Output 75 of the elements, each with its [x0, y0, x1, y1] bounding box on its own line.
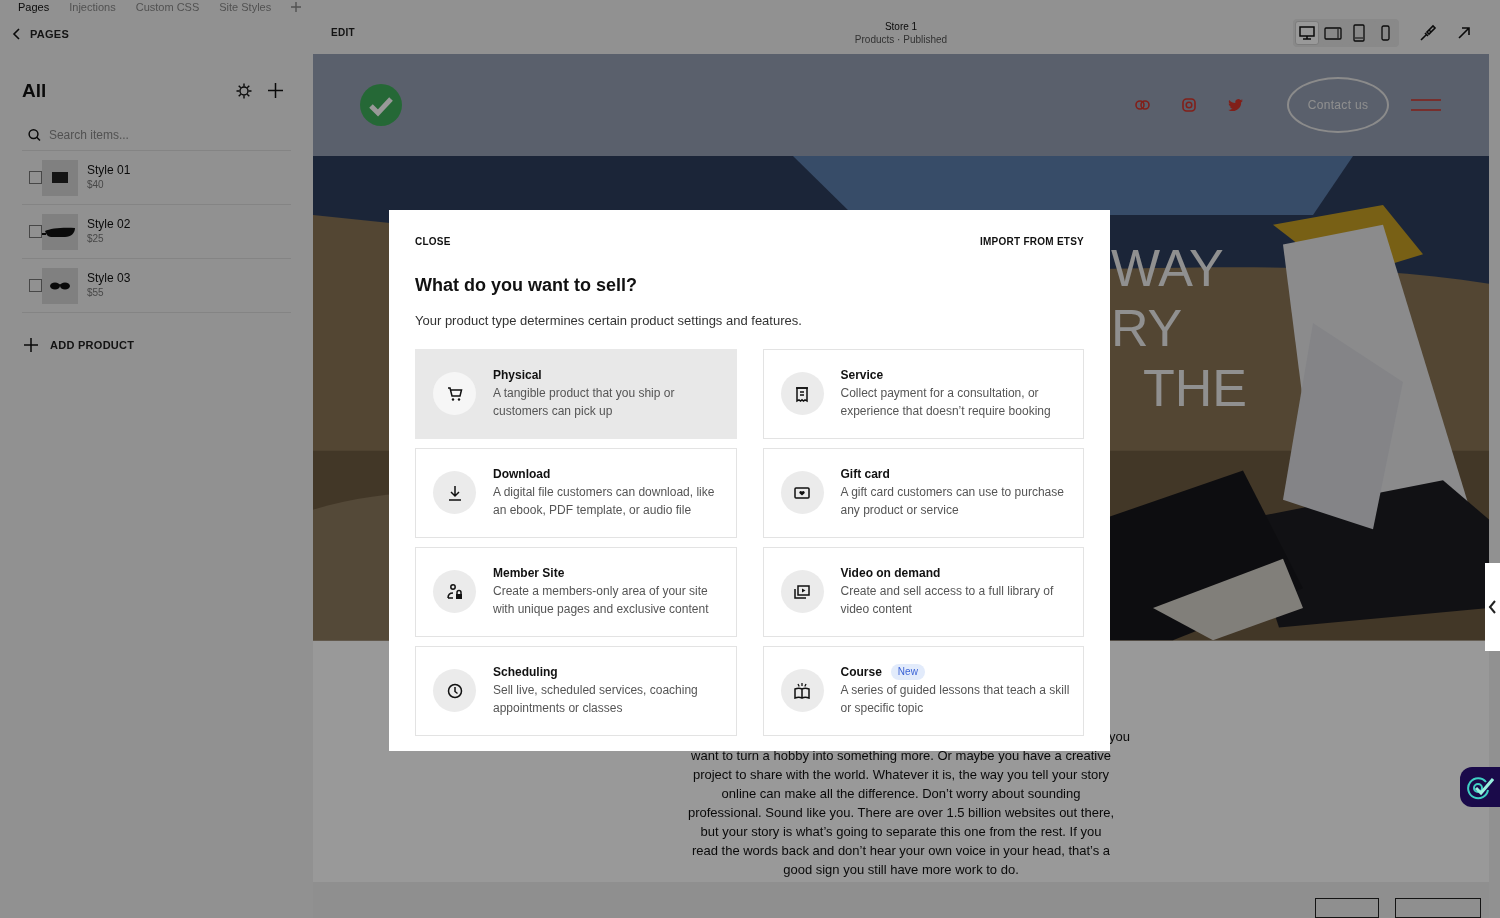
option-title: Video on demand	[840, 565, 941, 581]
body-text-fragment: you	[1109, 727, 1131, 746]
product-price: $25	[87, 232, 105, 246]
search-field[interactable]: Search items...	[48, 125, 291, 144]
product-name[interactable]: Style 03	[87, 271, 131, 286]
search-icon	[28, 127, 41, 142]
hero-heading-fragment: THE	[1143, 358, 1247, 419]
hero-heading-fragment: RY	[1111, 298, 1183, 359]
product-thumbnail	[42, 213, 78, 250]
back-icon[interactable]	[12, 28, 22, 41]
option-title: Download	[493, 466, 551, 482]
page-title: Store 1	[884, 20, 918, 33]
option-description: A series of guided lessons that teach a skill or specific topic	[840, 682, 1071, 717]
dialog-subtitle: Your product type determines certain product settings and features.	[415, 312, 803, 330]
option-description: Create and sell access to a full library of video content	[840, 583, 1055, 618]
person-lock-icon	[445, 582, 464, 601]
checkmark-logo[interactable]	[360, 84, 402, 127]
settings-icon[interactable]	[236, 82, 252, 99]
option-description: Collect payment for a consultation, or experience that doesn’t require booking	[840, 385, 1052, 420]
receipt-icon	[793, 384, 811, 403]
brush-icon[interactable]	[1419, 23, 1437, 42]
external-link-icon[interactable]	[1457, 25, 1471, 40]
product-thumbnail	[42, 267, 78, 304]
option-card[interactable]: Physical A tangible product that you ship or customers can pick up	[415, 348, 737, 439]
option-description: A gift card customers can use to purchase any product or service	[840, 484, 1065, 519]
check-badge-icon	[1466, 774, 1494, 800]
option-card[interactable]: Video on demand Create and sell access to a full library of video content	[762, 546, 1084, 637]
chevron-left-icon	[1488, 599, 1497, 615]
checkbox[interactable]	[29, 225, 42, 238]
open-book-icon	[793, 681, 811, 700]
video-library-icon	[793, 582, 811, 601]
footer-button[interactable]	[1315, 898, 1379, 918]
option-description: Sell live, scheduled services, coaching appointments or classes	[493, 682, 699, 717]
dialog-title: What do you want to sell?	[415, 274, 638, 297]
checkbox[interactable]	[29, 279, 42, 292]
option-title: Scheduling	[493, 664, 558, 680]
option-card[interactable]: Course New A series of guided lessons that teach a skill or specific topic	[762, 645, 1084, 736]
new-badge: New	[890, 664, 925, 680]
checkbox[interactable]	[29, 171, 42, 184]
import-button[interactable]: IMPORT FROM ETSY	[980, 234, 1084, 249]
product-price: $55	[87, 286, 105, 300]
page-status: Products · Published	[854, 33, 948, 46]
footer-button[interactable]	[1395, 898, 1481, 918]
edit-button[interactable]: EDIT	[331, 25, 355, 41]
hero-heading-fragment: WAY	[1111, 238, 1224, 299]
option-card[interactable]: Service Collect payment for a consultation, or experience that doesn’t require booking	[762, 348, 1084, 439]
clock-icon	[445, 681, 464, 700]
product-thumbnail	[42, 159, 78, 196]
option-title: Gift card	[840, 466, 890, 482]
option-title: Course	[840, 664, 882, 680]
body-paragraph: want to turn a hobby into something more. Or maybe you have a creative project to share with the world. Whatever it is, the way you tell your story online can make all the difference. Don’t worry about sounding professional. Sound like you. There are over 1.5 billion websites out there, but your story is what’s going to separate this one from the rest. If you read the words back and don’t hear your own voice in your head, that’s a good sign you still have more work to do.	[686, 746, 1116, 879]
product-name[interactable]: Style 02	[87, 217, 131, 232]
close-button[interactable]: CLOSE	[415, 234, 451, 249]
product-price: $40	[87, 178, 105, 192]
option-card[interactable]: Scheduling Sell live, scheduled services, coaching appointments or classes	[415, 645, 737, 736]
cart-icon	[445, 384, 464, 403]
option-card[interactable]: Member Site Create a members-only area of your site with unique pages and exclusive content	[415, 546, 737, 637]
option-title: Service	[840, 367, 884, 383]
add-product-button[interactable]: ADD PRODUCT	[24, 337, 313, 354]
back-link[interactable]: PAGES	[30, 26, 70, 43]
section-heading: All	[22, 78, 47, 103]
side-panel-tab[interactable]	[1485, 563, 1500, 651]
product-name[interactable]: Style 01	[87, 163, 131, 178]
device-button[interactable]	[1295, 20, 1319, 45]
add-icon	[24, 338, 38, 353]
add-icon[interactable]	[268, 83, 283, 99]
option-title: Member Site	[493, 565, 565, 581]
option-card[interactable]: Gift card A gift card customers can use to purchase any product or service	[762, 447, 1084, 538]
option-description: A tangible product that you ship or customers can pick up	[493, 385, 676, 420]
option-description: Create a members-only area of your site with unique pages and exclusive content	[493, 583, 710, 618]
assistant-widget[interactable]	[1460, 767, 1500, 807]
option-description: A digital file customers can download, like an ebook, PDF template, or audio file	[493, 484, 716, 519]
nav-tab[interactable]: Pages	[18, 0, 50, 16]
option-title: Physical	[493, 367, 542, 383]
option-card[interactable]: Download A digital file customers can download, like an ebook, PDF template, or audio file	[415, 447, 737, 538]
